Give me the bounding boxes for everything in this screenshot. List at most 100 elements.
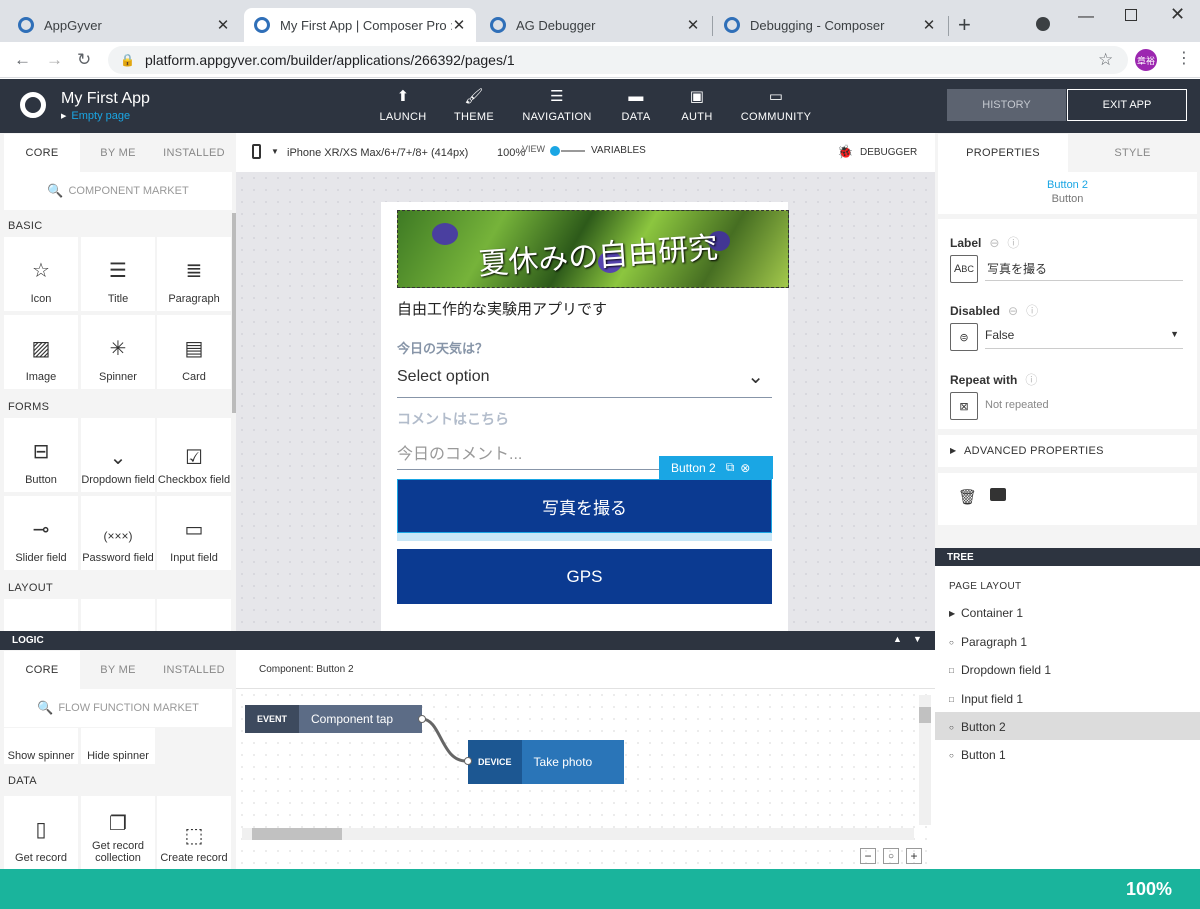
component-market-search[interactable]: 🔍 COMPONENT MARKET <box>4 172 232 210</box>
tree-item-button-1[interactable]: ○ Button 1 <box>949 748 1006 762</box>
text-type-icon[interactable]: A BC <box>950 255 978 283</box>
reload-icon[interactable]: ↻ <box>77 50 91 70</box>
browser-tab-active[interactable]: My First App | Composer Pro : pl ✕ <box>244 8 476 42</box>
flow-function-market-search[interactable]: 🔍 FLOW FUNCTION MARKET <box>4 689 232 727</box>
input-port[interactable] <box>464 757 472 765</box>
nav-community[interactable]: ▭ COMMUNITY <box>736 87 816 123</box>
disabled-select[interactable]: False ▼ <box>985 323 1183 349</box>
info-icon[interactable]: ⓘ <box>1007 236 1019 250</box>
zoom-selector[interactable]: 100% <box>497 147 525 159</box>
flow-get-record[interactable]: ▯ Get record <box>4 796 78 870</box>
component-slider[interactable]: ⊸ Slider field <box>4 496 78 570</box>
banner-image[interactable]: 夏休みの自由研究 <box>397 210 789 288</box>
nav-launch[interactable]: ⬆ LAUNCH <box>363 87 443 123</box>
zoom-in-icon[interactable]: + <box>906 848 922 864</box>
info-icon[interactable]: ⓘ <box>1026 304 1038 318</box>
tab-by-me[interactable]: BY ME <box>80 134 156 172</box>
inspect-icon[interactable] <box>990 488 1006 501</box>
component-input[interactable]: ▭ Input field <box>157 496 231 570</box>
variables-label[interactable]: VARIABLES <box>591 145 646 156</box>
component-icon[interactable]: ☆ Icon <box>4 237 78 311</box>
history-button[interactable]: HISTORY <box>947 89 1066 121</box>
tab-by-me[interactable]: BY ME <box>80 651 156 689</box>
nav-navigation[interactable]: ☰ NAVIGATION <box>517 87 597 123</box>
nav-auth[interactable]: ▣ AUTH <box>657 87 737 123</box>
event-node[interactable]: EVENT Component tap <box>245 705 422 733</box>
layout-item[interactable] <box>81 599 155 631</box>
repeat-value[interactable]: Not repeated <box>985 399 1049 411</box>
browser-tab[interactable]: AppGyver ✕ <box>8 8 240 42</box>
copy-icon[interactable]: ⧉ <box>726 460 735 475</box>
tab-installed[interactable]: INSTALLED <box>156 651 232 689</box>
toggle-type-icon[interactable]: ⊜ <box>950 323 978 351</box>
bookmark-star-icon[interactable]: ☆ <box>1098 50 1113 70</box>
flow-hide-spinner[interactable]: Hide spinner <box>81 728 155 764</box>
page-selector[interactable]: ▶ Empty page <box>61 110 130 122</box>
nav-theme[interactable]: 🖌 THEME <box>434 87 514 123</box>
info-icon[interactable]: ⓘ <box>1025 373 1037 387</box>
collapse-down-icon[interactable]: ▼ <box>913 634 922 644</box>
minimize-window-icon[interactable]: — <box>1078 8 1094 26</box>
tab-core[interactable]: CORE <box>4 134 80 172</box>
gps-button[interactable]: GPS <box>397 549 772 604</box>
close-tab-icon[interactable]: ✕ <box>686 16 700 34</box>
profile-avatar[interactable]: 章裕 <box>1135 49 1157 71</box>
close-tab-icon[interactable]: ✕ <box>922 16 936 34</box>
scrollbar-thumb[interactable] <box>919 707 931 723</box>
tab-properties[interactable]: PROPERTIES <box>938 134 1068 172</box>
flow-create-record[interactable]: ⬚ Create record <box>157 796 231 870</box>
component-image[interactable]: ▨ Image <box>4 315 78 389</box>
label-input[interactable]: 写真を撮る <box>985 255 1183 281</box>
tree-item-button-2[interactable]: ○ Button 2 <box>949 720 1006 734</box>
close-tab-icon[interactable]: ✕ <box>452 16 466 34</box>
component-checkbox[interactable]: ☑ Checkbox field <box>157 418 231 492</box>
take-photo-button[interactable]: 写真を撮る <box>397 479 772 533</box>
forward-arrow-icon[interactable]: → <box>46 50 63 70</box>
appgyver-logo-icon[interactable] <box>20 92 46 118</box>
browser-tab[interactable]: AG Debugger ✕ <box>480 8 710 42</box>
component-paragraph[interactable]: ≣ Paragraph <box>157 237 231 311</box>
caret-down-icon[interactable]: ▼ <box>271 147 279 156</box>
bind-icon[interactable]: ⊖ <box>1008 304 1018 318</box>
component-title[interactable]: ☰ Title <box>81 237 155 311</box>
browser-tab[interactable]: Debugging - Composer ✕ <box>714 8 946 42</box>
tab-core[interactable]: CORE <box>4 651 80 689</box>
component-card[interactable]: ▤ Card <box>157 315 231 389</box>
vertical-scrollbar[interactable] <box>919 695 931 825</box>
dropdown-field[interactable]: Select option ⌄ <box>397 362 772 398</box>
zoom-reset-icon[interactable]: ○ <box>883 848 899 864</box>
component-spinner[interactable]: ✳ Spinner <box>81 315 155 389</box>
exit-app-button[interactable]: EXIT APP <box>1067 89 1187 121</box>
view-toggle[interactable] <box>550 146 560 156</box>
flow-show-spinner[interactable]: Show spinner <box>4 728 78 764</box>
layout-item[interactable] <box>4 599 78 631</box>
url-field[interactable]: 🔒 platform.appgyver.com/builder/applicat… <box>108 46 1128 74</box>
new-tab-plus-icon[interactable]: + <box>958 12 971 38</box>
horizontal-scrollbar[interactable] <box>242 828 914 840</box>
browser-menu-icon[interactable]: ⋮ <box>1176 48 1192 68</box>
tab-installed[interactable]: INSTALLED <box>156 134 232 172</box>
tree-item-paragraph-1[interactable]: ○ Paragraph 1 <box>949 635 1027 649</box>
advanced-properties-toggle[interactable]: ▶ ADVANCED PROPERTIES <box>938 435 1197 467</box>
back-arrow-icon[interactable]: ← <box>14 50 31 70</box>
debugger-button[interactable]: DEBUGGER <box>860 147 917 158</box>
expand-up-icon[interactable]: ▲ <box>893 634 902 644</box>
bind-icon[interactable]: ⊖ <box>989 236 999 250</box>
device-selector[interactable]: iPhone XR/XS Max/6+/7+/8+ (414px) <box>287 147 468 159</box>
maximize-window-icon[interactable] <box>1125 9 1137 21</box>
layout-item[interactable] <box>157 599 231 631</box>
tree-item-container-1[interactable]: ▶ Container 1 <box>949 606 1023 620</box>
close-tab-icon[interactable]: ✕ <box>216 16 230 34</box>
component-password[interactable]: (×××) Password field <box>81 496 155 570</box>
tree-item-dropdown-field-1[interactable]: □ Dropdown field 1 <box>949 663 1051 677</box>
paragraph-text[interactable]: 自由工作的な実験用アプリです <box>397 298 607 319</box>
repeat-icon[interactable]: ⊠ <box>950 392 978 420</box>
close-circle-icon[interactable]: ⊗ <box>740 461 750 475</box>
take-photo-node[interactable]: DEVICE Take photo <box>468 740 624 784</box>
tab-style[interactable]: STYLE <box>1068 134 1197 172</box>
scrollbar-thumb[interactable] <box>252 828 342 840</box>
component-button[interactable]: ⊟ Button <box>4 418 78 492</box>
close-window-icon[interactable]: ✕ <box>1170 4 1185 25</box>
flow-get-record-collection[interactable]: ❐ Get record collection <box>81 796 155 870</box>
component-dropdown[interactable]: ⌄ Dropdown field <box>81 418 155 492</box>
